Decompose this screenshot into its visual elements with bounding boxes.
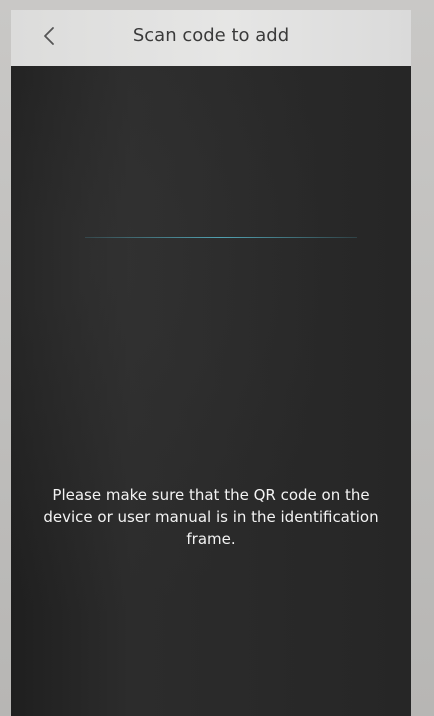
scan-hint-text: Please make sure that the QR code on the… [43, 486, 379, 548]
phone-screen: Scan code to add Please make sure that t… [11, 10, 411, 716]
page-title: Scan code to add [132, 25, 290, 46]
camera-viewfinder: Please make sure that the QR code on the… [11, 66, 411, 716]
header-bar: Scan code to add [11, 10, 411, 66]
scan-line [85, 237, 357, 238]
